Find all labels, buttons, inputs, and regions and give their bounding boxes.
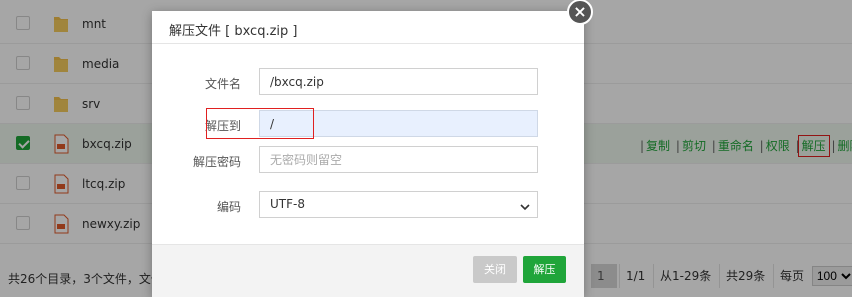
password-input[interactable] <box>259 146 538 173</box>
close-icon[interactable]: × <box>567 0 593 25</box>
encoding-select[interactable]: UTF-8 <box>259 191 538 218</box>
dialog-title: 解压文件 [ bxcq.zip ] <box>169 24 298 39</box>
dialog-header: 解压文件 [ bxcq.zip ] <box>152 11 584 44</box>
target-path-label: 解压到 <box>204 119 241 133</box>
target-path-input[interactable] <box>259 110 538 137</box>
filename-input[interactable] <box>259 68 538 95</box>
unzip-dialog: 解压文件 [ bxcq.zip ] 文件名 解压到 解压密码 编码 UTF-8 … <box>152 11 584 297</box>
dialog-footer: 关闭 解压 <box>152 244 584 297</box>
password-label: 解压密码 <box>192 155 241 169</box>
filename-label: 文件名 <box>204 77 241 91</box>
encoding-label: 编码 <box>216 200 241 214</box>
encoding-value: UTF-8 <box>270 197 305 211</box>
unzip-button[interactable]: 解压 <box>523 256 566 283</box>
close-button[interactable]: 关闭 <box>473 256 517 283</box>
chevron-down-icon <box>520 204 530 211</box>
